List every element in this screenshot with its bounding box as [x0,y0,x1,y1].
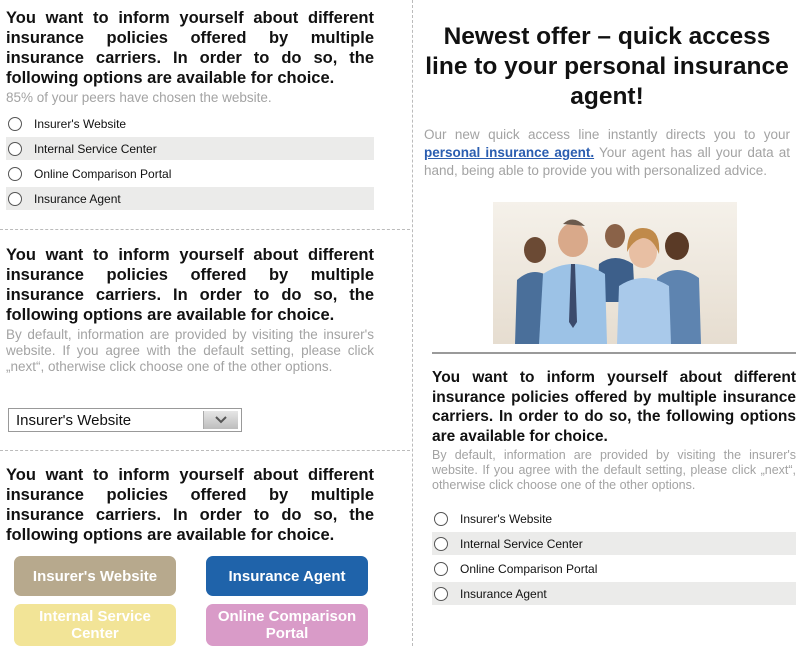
radio-button[interactable] [8,166,22,181]
insurers-website-button[interactable]: Insurer's Website [14,556,176,596]
question-text: You want to inform yourself about differ… [432,369,796,445]
option-online-comparison-portal[interactable]: Online Comparison Portal [432,557,796,580]
chevron-down-icon[interactable] [203,411,238,429]
panel-social-norm: You want to inform yourself about differ… [6,8,374,212]
question-text: You want to inform yourself about differ… [6,246,374,324]
offer-text: Our new quick access line instantly dire… [424,127,790,178]
online-comparison-portal-button[interactable]: Online Comparison Portal [206,604,368,646]
vertical-divider [412,0,413,646]
insurance-agent-button[interactable]: Insurance Agent [206,556,368,596]
option-internal-service-center[interactable]: Internal Service Center [6,137,374,160]
horizontal-divider [0,229,410,230]
radio-button[interactable] [8,116,22,131]
option-insurers-website[interactable]: Insurer's Website [432,507,796,530]
radio-button[interactable] [8,191,22,206]
option-dropdown[interactable]: Insurer's Website [8,408,242,432]
default-note: By default, information are provided by … [432,448,796,492]
offer-panel: Newest offer – quick access line to your… [424,22,790,180]
option-insurance-agent[interactable]: Insurance Agent [6,187,374,210]
radio-button[interactable] [434,561,448,576]
dropdown-value: Insurer's Website [16,411,132,429]
panel-colored-buttons: You want to inform yourself about differ… [6,465,374,545]
question-text: You want to inform yourself about differ… [6,9,374,87]
panel-default: You want to inform yourself about differ… [6,245,374,375]
option-list: Insurer's Website Internal Service Cente… [432,507,796,605]
personal-agent-link[interactable]: personal insurance agent. [424,145,594,160]
option-list: Insurer's Website Internal Service Cente… [6,112,374,210]
radio-button[interactable] [434,586,448,601]
option-internal-service-center[interactable]: Internal Service Center [432,532,796,555]
option-insurance-agent[interactable]: Insurance Agent [432,582,796,605]
peer-note: 85% of your peers have chosen the websit… [6,90,272,105]
section-separator [432,352,796,354]
option-insurers-website[interactable]: Insurer's Website [6,112,374,135]
agents-team-photo [493,202,737,344]
radio-button[interactable] [434,536,448,551]
panel-offer-question: You want to inform yourself about differ… [432,368,796,607]
option-online-comparison-portal[interactable]: Online Comparison Portal [6,162,374,185]
horizontal-divider [0,450,410,451]
offer-title: Newest offer – quick access line to your… [425,23,789,110]
internal-service-center-button[interactable]: Internal Service Center [14,604,176,646]
question-text: You want to inform yourself about differ… [6,466,374,544]
radio-button[interactable] [434,511,448,526]
default-note: By default, information are provided by … [6,327,374,374]
radio-button[interactable] [8,141,22,156]
